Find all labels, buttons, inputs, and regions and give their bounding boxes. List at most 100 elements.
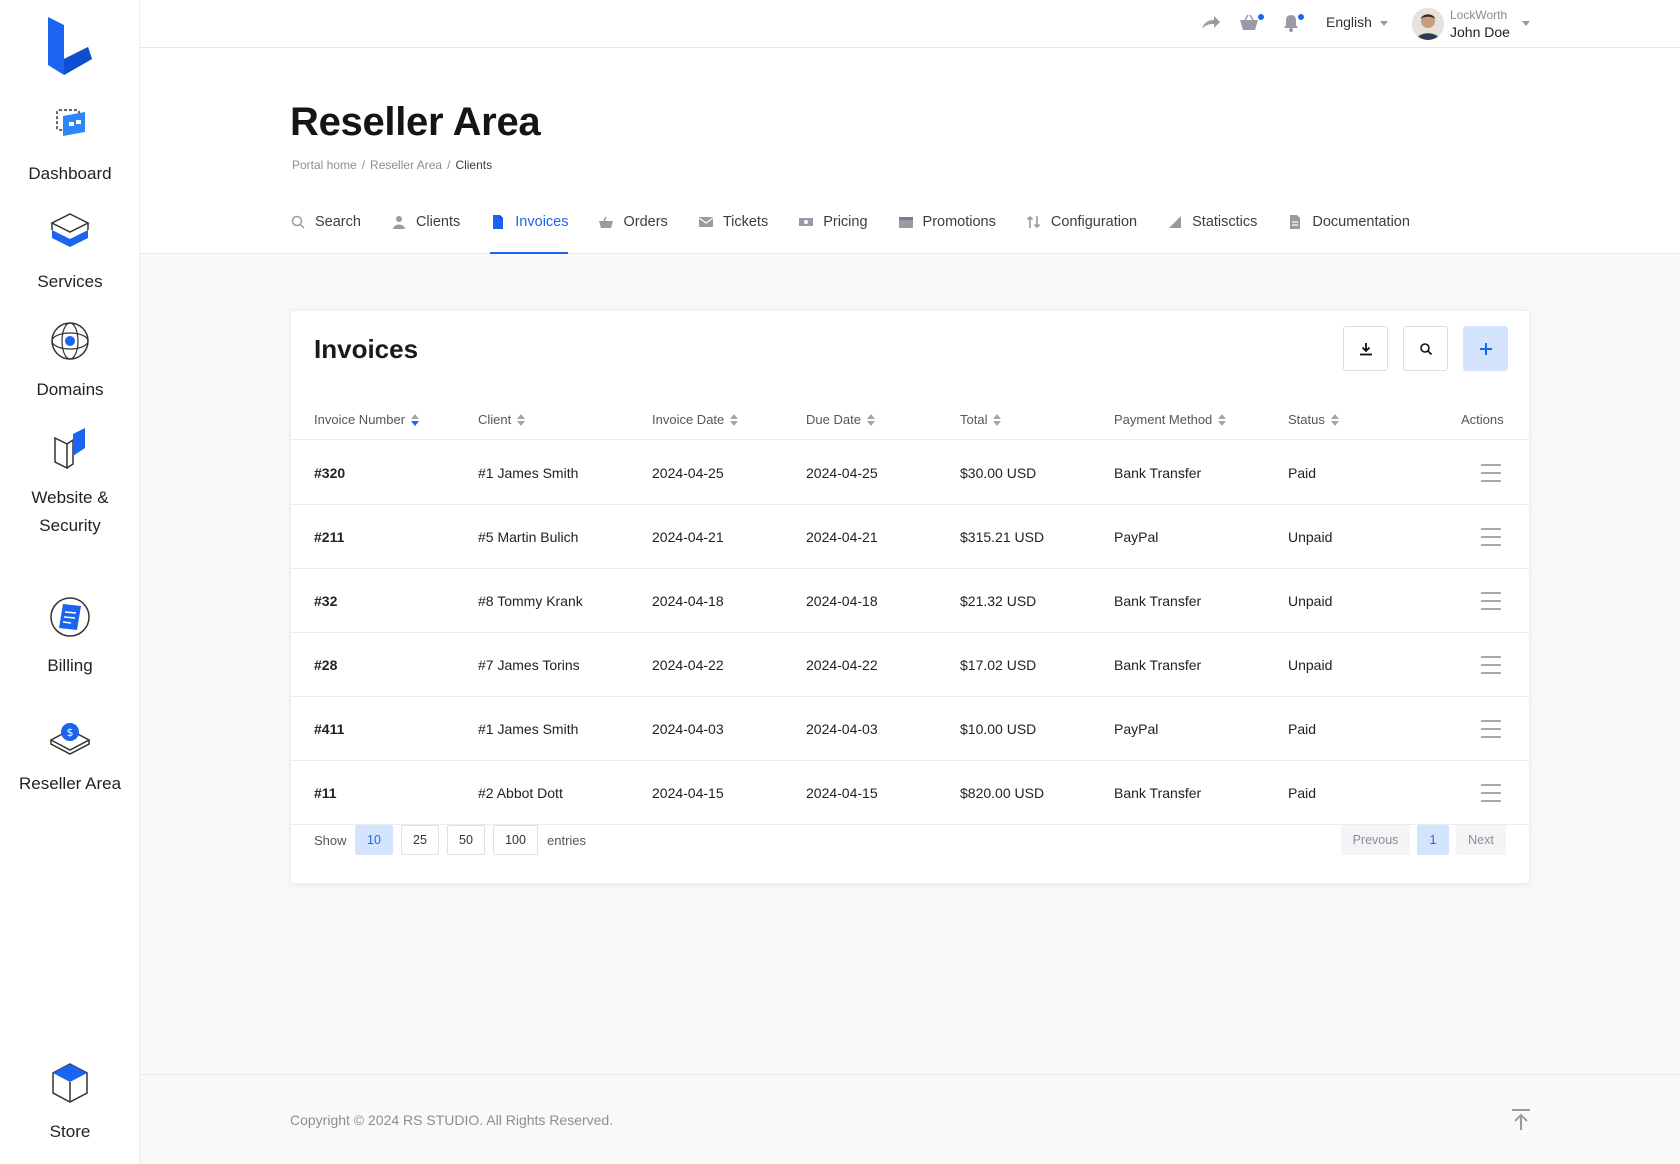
column-header-invoice-number[interactable]: Invoice Number — [314, 400, 420, 440]
services-icon — [45, 208, 95, 258]
cell-client: #7 James Torins — [478, 657, 580, 673]
scroll-to-top-icon[interactable] — [1510, 1108, 1532, 1132]
user-name[interactable]: John Doe — [1450, 24, 1510, 40]
download-button[interactable] — [1343, 326, 1388, 371]
column-header-status[interactable]: Status — [1288, 400, 1339, 440]
table-row[interactable]: #211 #5 Martin Bulich 2024-04-21 2024-04-21… — [291, 505, 1529, 569]
cart-icon[interactable] — [1238, 13, 1264, 35]
cell-invoice-date: 2024-04-25 — [652, 465, 724, 481]
column-header-total[interactable]: Total — [960, 400, 1002, 440]
sort-icon — [866, 413, 875, 426]
column-header-invoice-date[interactable]: Invoice Date — [652, 400, 739, 440]
cell-due-date: 2024-04-03 — [806, 721, 878, 737]
search-button[interactable] — [1403, 326, 1448, 371]
row-actions-menu-icon[interactable] — [1481, 784, 1501, 802]
cell-invoice-number[interactable]: #320 — [314, 441, 345, 505]
table-row[interactable]: #32 #8 Tommy Krank 2024-04-18 2024-04-18 $21… — [291, 569, 1529, 633]
tab-statistics[interactable]: Statisctics — [1167, 196, 1257, 248]
avatar[interactable] — [1412, 8, 1444, 40]
cell-invoice-number[interactable]: #411 — [314, 697, 344, 761]
cell-status: Paid — [1288, 785, 1317, 801]
column-header-due-date[interactable]: Due Date — [806, 400, 875, 440]
table-row[interactable]: #320 #1 James Smith 2024-04-25 2024-04-25 $3… — [291, 441, 1529, 505]
next-page-button[interactable]: Next — [1456, 825, 1506, 855]
sort-icon — [1330, 413, 1339, 426]
sidebar-item-label-line2: Security — [39, 516, 101, 535]
row-actions-menu-icon[interactable] — [1481, 592, 1501, 610]
page-size-50[interactable]: 50 — [447, 825, 485, 855]
cell-payment-method: Bank Transfer — [1114, 465, 1202, 481]
column-header-client[interactable]: Client — [478, 400, 526, 440]
row-actions-menu-icon[interactable] — [1481, 528, 1501, 546]
basket-icon — [599, 216, 614, 228]
tab-clients[interactable]: Clients — [391, 196, 460, 248]
tab-tickets[interactable]: Tickets — [698, 196, 768, 248]
show-label: Show — [314, 833, 347, 848]
previous-page-button[interactable]: Prevous — [1341, 825, 1410, 855]
tab-configuration[interactable]: Configuration — [1026, 196, 1137, 248]
sidebar-item-website-security[interactable]: Website & Security — [0, 424, 140, 540]
tab-invoices[interactable]: Invoices — [490, 196, 569, 254]
cell-invoice-number[interactable]: #11 — [314, 761, 337, 825]
breadcrumb-link-reseller-area[interactable]: Reseller Area — [370, 158, 442, 172]
cell-invoice-date: 2024-04-22 — [652, 657, 724, 673]
row-actions-menu-icon[interactable] — [1481, 720, 1501, 738]
cell-invoice-number[interactable]: #211 — [314, 505, 344, 569]
table-row[interactable]: #28 #7 James Torins 2024-04-22 2024-04-22 $1… — [291, 633, 1529, 697]
cell-status: Unpaid — [1288, 529, 1333, 545]
cell-invoice-date: 2024-04-21 — [652, 529, 724, 545]
page-1-button[interactable]: 1 — [1417, 825, 1449, 855]
sidebar-item-dashboard[interactable]: Dashboard — [0, 100, 140, 188]
chevron-down-icon — [1379, 20, 1388, 26]
sidebar-item-domains[interactable]: Domains — [0, 316, 140, 404]
language-selector[interactable]: English — [1326, 14, 1388, 30]
table-row[interactable]: #11 #2 Abbot Dott 2024-04-15 2024-04-15 $820… — [291, 761, 1529, 825]
tab-promotions[interactable]: Promotions — [898, 196, 996, 248]
cell-invoice-number[interactable]: #32 — [314, 569, 337, 633]
search-icon — [291, 215, 305, 229]
table-footer: Show 10 25 50 100 entries Prevous 1 Next — [291, 825, 1529, 865]
top-bar: English LockWorth John Doe — [140, 0, 1680, 48]
sidebar-item-reseller-area[interactable]: $ Reseller Area — [0, 710, 140, 798]
page-title: Reseller Area — [290, 100, 541, 144]
billing-icon — [45, 592, 95, 642]
brand-logo[interactable] — [44, 15, 96, 77]
cell-invoice-date: 2024-04-18 — [652, 593, 724, 609]
tab-orders[interactable]: Orders — [598, 196, 668, 248]
sidebar-item-label: Services — [37, 272, 103, 291]
configuration-icon — [1026, 215, 1040, 229]
tab-documentation[interactable]: Documentation — [1287, 196, 1410, 248]
row-actions-menu-icon[interactable] — [1481, 656, 1501, 674]
page-size-100[interactable]: 100 — [493, 825, 538, 855]
breadcrumb-link-portal-home[interactable]: Portal home — [292, 158, 357, 172]
sidebar-item-label: Dashboard — [28, 164, 112, 183]
sort-icon — [1218, 413, 1227, 426]
user-icon — [392, 216, 405, 229]
tab-search[interactable]: Search — [290, 196, 361, 248]
tab-pricing[interactable]: Pricing — [798, 196, 868, 248]
cell-client: #8 Tommy Krank — [478, 593, 583, 609]
cell-total: $820.00 USD — [960, 785, 1045, 801]
column-header-payment-method[interactable]: Payment Method — [1114, 400, 1227, 440]
tab-label: Promotions — [922, 214, 996, 230]
row-actions-menu-icon[interactable] — [1481, 464, 1501, 482]
sidebar-item-label: Website & — [31, 488, 109, 507]
cell-status: Paid — [1288, 721, 1317, 737]
page-size-25[interactable]: 25 — [401, 825, 439, 855]
sidebar-item-store[interactable]: Store — [0, 1058, 140, 1146]
page-size-10[interactable]: 10 — [355, 825, 393, 855]
sidebar-item-billing[interactable]: Billing — [0, 592, 140, 680]
sidebar-item-services[interactable]: Services — [0, 208, 140, 296]
sort-icon — [993, 413, 1002, 426]
cell-due-date: 2024-04-18 — [806, 593, 878, 609]
share-icon[interactable] — [1200, 13, 1224, 35]
cell-invoice-number[interactable]: #28 — [314, 633, 337, 697]
tab-label: Pricing — [823, 214, 868, 230]
notifications-bell-icon[interactable] — [1280, 13, 1304, 35]
language-label: English — [1326, 14, 1372, 30]
table-row[interactable]: #411 #1 James Smith 2024-04-03 2024-04-03 $1… — [291, 697, 1529, 761]
chevron-down-icon[interactable] — [1522, 21, 1530, 26]
tab-label: Statisctics — [1192, 214, 1258, 230]
add-invoice-button[interactable] — [1463, 326, 1508, 371]
sort-icon — [730, 413, 739, 426]
